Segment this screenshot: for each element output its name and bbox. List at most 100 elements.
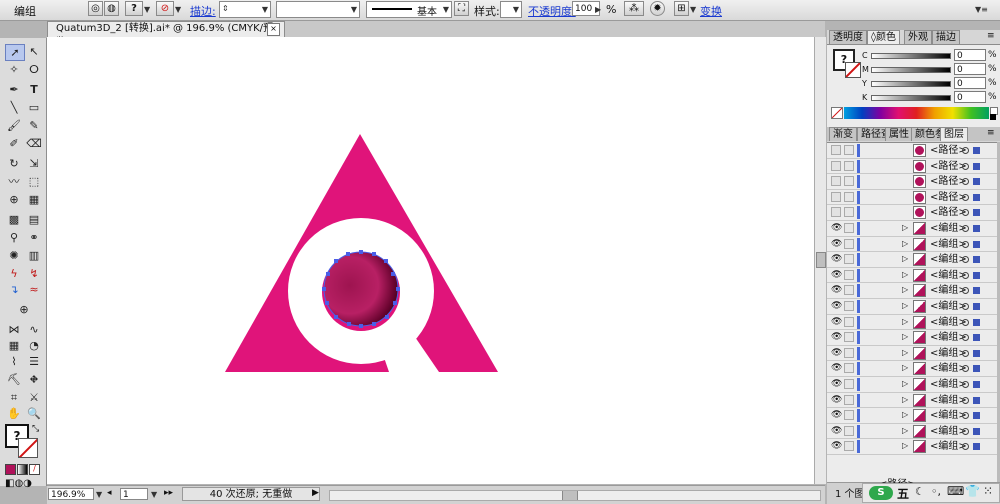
tab-attributes[interactable]: 属性 (885, 127, 913, 141)
lock-toggle[interactable] (844, 410, 854, 421)
moon-icon[interactable]: ☾ (915, 485, 925, 498)
selection-square-icon[interactable] (973, 256, 980, 264)
expand-triangle-icon[interactable]: ▷ (902, 395, 908, 404)
layer-row[interactable]: 👁 ▷ <编组> (827, 424, 997, 440)
stroke-dropdown-icon[interactable]: ▼ (175, 5, 181, 14)
selection-square-icon[interactable] (973, 287, 980, 295)
list-tool-icon[interactable]: ☰ (25, 354, 43, 369)
line-tool-icon[interactable]: ╲ (5, 100, 23, 115)
free-transform-tool-icon[interactable]: ⬚ (25, 174, 43, 189)
expand-triangle-icon[interactable]: ▷ (902, 223, 908, 232)
visibility-eye-icon[interactable]: 👁 (831, 270, 842, 280)
lock-toggle[interactable] (844, 207, 854, 218)
target-circle-icon[interactable] (962, 303, 969, 310)
punctuation-icon[interactable]: ◦, (931, 485, 941, 498)
align-dropdown-icon[interactable]: ▼ (690, 5, 696, 14)
selection-square-icon[interactable] (973, 193, 980, 201)
swap-colors-icon[interactable]: ⤡ (32, 424, 39, 434)
live-paint-selection-icon[interactable]: ⛖ (25, 372, 43, 387)
h-scroll-thumb[interactable] (562, 491, 578, 500)
live-paint-tool-icon[interactable]: ⛏ (5, 372, 23, 387)
visibility-eye-icon[interactable] (831, 191, 841, 202)
selection-square-icon[interactable] (973, 225, 980, 232)
pie-graph-tool-icon[interactable]: ◔ (25, 338, 43, 353)
target-circle-icon[interactable] (962, 349, 969, 357)
selection-square-icon[interactable] (973, 412, 980, 420)
lock-toggle[interactable] (844, 269, 854, 280)
target-circle-icon[interactable] (962, 256, 969, 264)
fill-dropdown-icon[interactable]: ▼ (144, 5, 150, 14)
tab-layers[interactable]: 图层 (940, 127, 968, 141)
target-circle-icon[interactable] (962, 193, 969, 201)
variable-width-select[interactable]: ▼ (276, 1, 360, 18)
anchor-tool-icon[interactable]: ϟ (5, 266, 23, 281)
target-circle-icon[interactable] (962, 427, 969, 435)
user-icon[interactable]: 👕 (965, 484, 980, 498)
warp-tool-icon[interactable]: 〰 (5, 174, 23, 189)
visibility-eye-icon[interactable]: 👁 (831, 254, 842, 264)
brush-options-button[interactable]: ⛶ (454, 1, 469, 16)
perspective-grid-tool-icon[interactable]: ▦ (25, 192, 43, 207)
lock-toggle[interactable] (844, 316, 854, 327)
layer-row[interactable]: <路径> (827, 174, 997, 190)
channel-c-value[interactable]: 0 (954, 49, 986, 61)
stroke-swatch[interactable] (18, 438, 38, 458)
pencil-tool-icon[interactable]: ✎ (25, 118, 43, 133)
none-mode-icon[interactable]: / (29, 464, 40, 475)
selection-square-icon[interactable] (973, 271, 980, 279)
tab-stroke[interactable]: 描边 (932, 30, 960, 44)
lock-toggle[interactable] (844, 223, 854, 233)
channel-y-slider[interactable] (871, 81, 951, 87)
target-circle-icon[interactable] (962, 318, 969, 326)
target-circle-icon[interactable] (962, 365, 969, 373)
lock-toggle[interactable] (844, 285, 854, 296)
lock-toggle[interactable] (844, 254, 854, 265)
symbol-sprayer-tool-icon[interactable]: ✺ (5, 248, 23, 263)
selection-square-icon[interactable] (973, 209, 980, 217)
column-graph-tool-icon[interactable]: ▥ (25, 248, 43, 263)
target-circle-icon[interactable] (962, 443, 969, 451)
ime-logo-icon[interactable]: S (869, 486, 893, 500)
target-circle-icon[interactable] (962, 334, 969, 342)
recolor-artwork-button[interactable]: ◎ (88, 1, 103, 16)
rectangle-tool-icon[interactable]: ▭ (25, 100, 43, 115)
brush-definition-select[interactable]: 基本 ▼ (366, 1, 452, 18)
visibility-eye-icon[interactable]: 👁 (831, 223, 842, 233)
fill-swatch-button[interactable]: ? (125, 1, 143, 16)
none-color-box[interactable] (831, 107, 843, 119)
gradient-tool-icon[interactable]: ▤ (25, 212, 43, 227)
opacity-dropdown-icon[interactable]: ▶ (595, 5, 601, 14)
target-circle-icon[interactable] (962, 287, 969, 295)
stroke-swatch-button[interactable]: ⊘ (156, 1, 174, 16)
lock-toggle[interactable] (844, 176, 854, 187)
channel-y-value[interactable]: 0 (954, 77, 986, 89)
type-tool-icon[interactable]: T (25, 82, 43, 97)
next-artboard-icon[interactable]: ▸▸ (164, 488, 173, 498)
lock-toggle[interactable] (844, 363, 854, 374)
selection-square-icon[interactable] (973, 147, 980, 154)
panel-menu-icon[interactable]: ≡ (987, 31, 995, 41)
expand-triangle-icon[interactable]: ▷ (902, 239, 908, 248)
shape-builder-tool-icon[interactable]: ⊕ (5, 192, 23, 207)
layer-row[interactable]: 👁 ▷ <编组> (827, 237, 997, 253)
prev-artboard-icon[interactable]: ◂ (107, 488, 112, 498)
expand-triangle-icon[interactable]: ▷ (902, 348, 908, 357)
visibility-eye-icon[interactable] (831, 160, 841, 171)
preferences-button[interactable]: ✹ (650, 1, 665, 16)
channel-c-slider[interactable] (871, 53, 951, 59)
selection-square-icon[interactable] (973, 349, 980, 357)
expand-triangle-icon[interactable]: ▷ (902, 441, 908, 450)
selection-square-icon[interactable] (973, 162, 980, 170)
visibility-eye-icon[interactable]: 👁 (831, 317, 842, 327)
magic-wand-tool-icon[interactable]: ✧ (5, 62, 23, 77)
layer-row[interactable]: 👁 ▷ <编组> (827, 221, 997, 237)
target-circle-icon[interactable] (962, 396, 969, 404)
blob-brush-tool-icon[interactable]: ✐ (5, 136, 23, 151)
lock-toggle[interactable] (844, 347, 854, 358)
selection-square-icon[interactable] (973, 334, 980, 342)
expand-triangle-icon[interactable]: ▷ (902, 270, 908, 279)
expand-triangle-icon[interactable]: ▷ (902, 301, 908, 310)
target-circle-icon[interactable] (962, 178, 969, 186)
lock-toggle[interactable] (844, 238, 854, 249)
layers-menu-icon[interactable]: ≡ (987, 128, 995, 138)
